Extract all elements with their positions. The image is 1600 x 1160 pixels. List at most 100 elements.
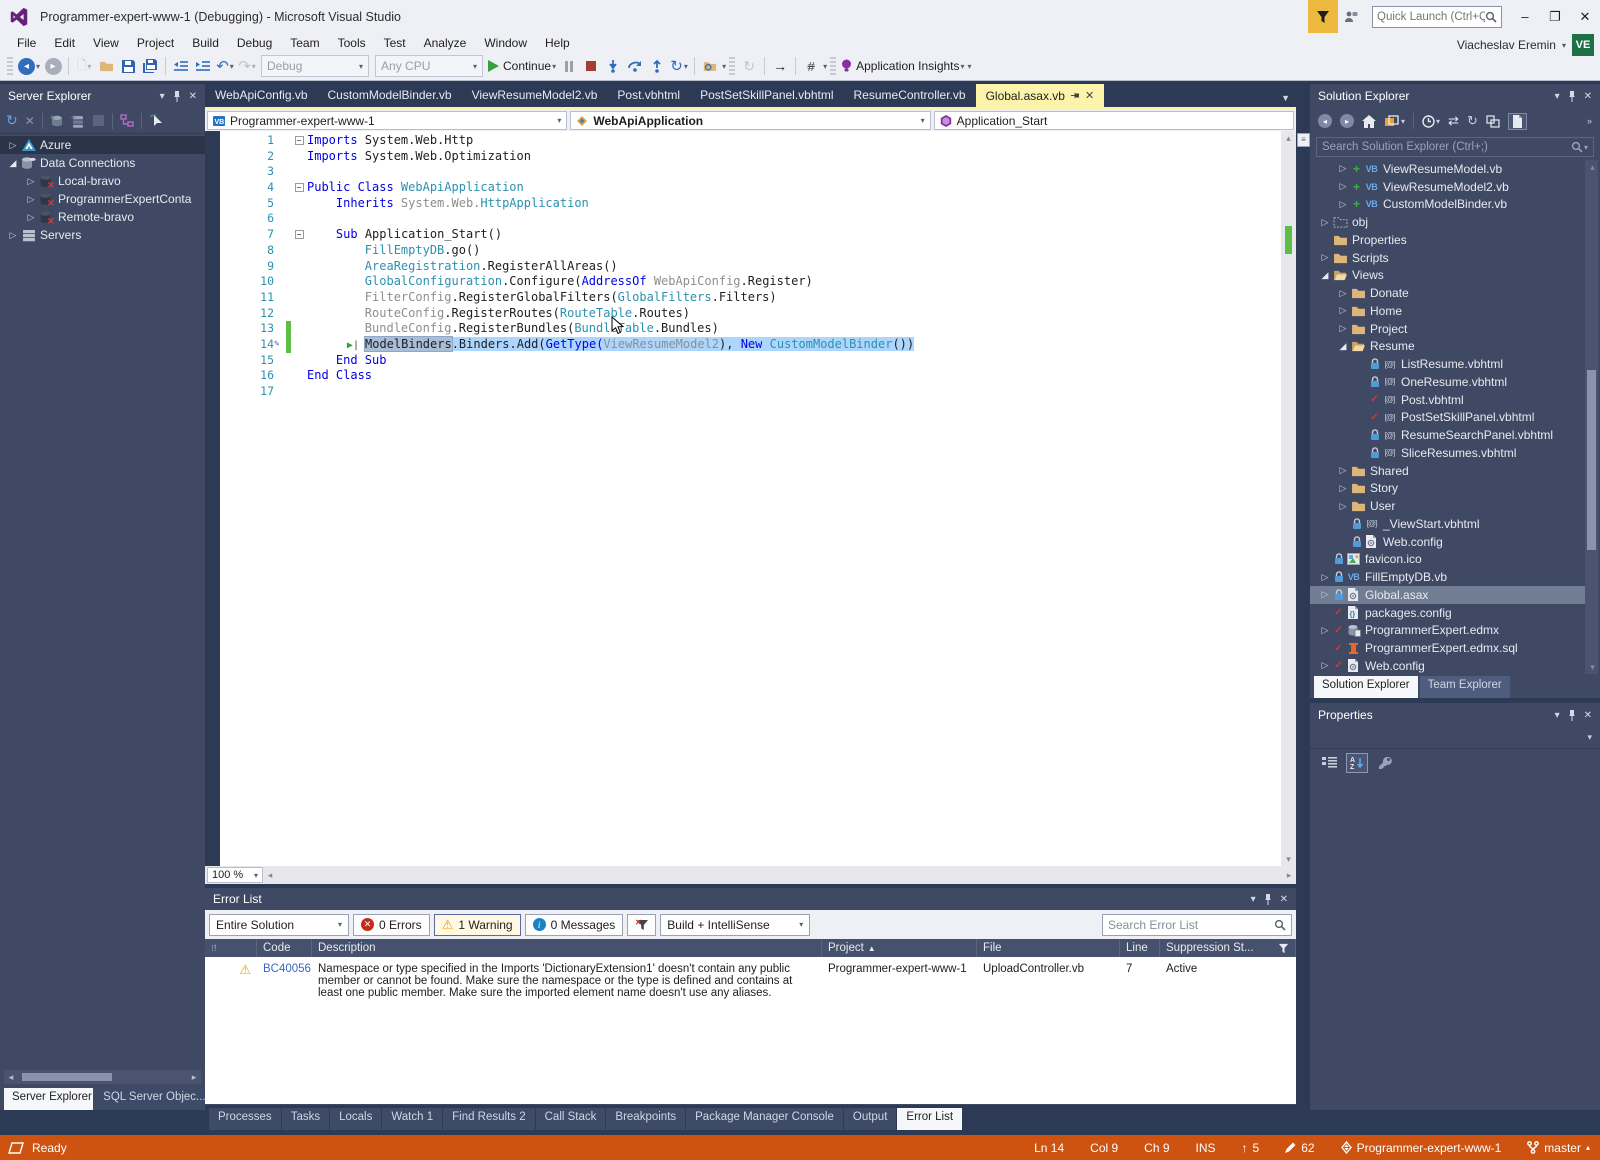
solution-item-web-config[interactable]: ▷ ✓ Web.config (1310, 657, 1586, 675)
navigate-forward-button[interactable]: ▸ (42, 54, 64, 78)
bottom-tab-watch-1[interactable]: Watch 1 (382, 1108, 444, 1130)
code-editor[interactable]: 1− Imports System.Web.Http 2 Imports System… (205, 131, 1281, 866)
pin-icon[interactable] (1264, 893, 1272, 905)
server-tree-item-local-bravo[interactable]: ▷ ✕ Local-bravo (0, 172, 205, 190)
glyph-margin[interactable] (220, 243, 238, 259)
status-ln-14[interactable]: Ln 14 (1034, 1141, 1064, 1155)
solution-item-web-config[interactable]: Web.config (1310, 533, 1586, 551)
warnings-filter-button[interactable]: ⚠ 1 Warning (433, 913, 521, 936)
expand-icon[interactable]: ▷ (6, 230, 20, 241)
glyph-margin[interactable] (220, 384, 238, 400)
code-line-2[interactable]: 2 Imports System.Web.Optimization (220, 149, 914, 165)
editor-zoom-combo[interactable]: 100 % ▾ (207, 867, 263, 883)
description-column-header[interactable]: Description (312, 939, 822, 957)
menu-file[interactable]: File (8, 34, 45, 52)
forward-icon[interactable]: ▸ (1340, 114, 1354, 128)
code-line-9[interactable]: 9 AreaRegistration.RegisterAllAreas() (220, 259, 914, 275)
collapse-icon[interactable]: ◢ (1318, 270, 1332, 281)
application-insights-button[interactable]: Application Insights ▾ (839, 54, 966, 78)
status-col-9[interactable]: Col 9 (1090, 1141, 1118, 1155)
expand-icon[interactable]: ▷ (1336, 288, 1350, 299)
collapse-icon[interactable]: ◢ (6, 158, 20, 169)
solution-item-viewresumemodel2-vb[interactable]: ▷ + VB ViewResumeModel2.vb (1310, 178, 1586, 196)
toolbar-overflow-icon[interactable]: » (1587, 116, 1592, 126)
server-tree-item-remote-bravo[interactable]: ▷ ✕ Remote-bravo (0, 208, 205, 226)
server-tree-item-azure[interactable]: ▷ Azure (0, 136, 205, 154)
project-dropdown[interactable]: VB Programmer-expert-www-1 ▾ (207, 111, 568, 130)
solution-item-story[interactable]: ▷ Story (1310, 480, 1586, 498)
close-icon[interactable]: ✕ (1584, 710, 1592, 721)
severity-column-header[interactable]: ⁝! (205, 939, 257, 957)
solution-item-global-asax[interactable]: ▷ Global.asax (1310, 586, 1586, 604)
scrollbar-thumb[interactable] (22, 1073, 112, 1081)
solution-item-fillemptydb-vb[interactable]: ▷ VB FillEmptyDB.vb (1310, 568, 1586, 586)
new-item-button[interactable]: 🗋 ▾ (73, 54, 95, 78)
code-column-header[interactable]: Code (257, 939, 312, 957)
status-master[interactable]: master ▴ (1527, 1141, 1590, 1155)
solution-item-shared[interactable]: ▷ Shared (1310, 462, 1586, 480)
categorized-icon[interactable] (1318, 753, 1340, 773)
solution-item-home[interactable]: ▷ Home (1310, 302, 1586, 320)
code-line-13[interactable]: 13 BundleConfig.RegisterBundles(BundleTa… (220, 321, 914, 337)
redo-button[interactable]: ↷ ▾ (236, 54, 258, 78)
connect-database-icon[interactable]: + (50, 114, 64, 128)
step-out-button[interactable] (646, 54, 668, 78)
breakpoint-window-button[interactable] (699, 54, 721, 78)
menu-edit[interactable]: Edit (45, 34, 84, 52)
undo-button[interactable]: ↶ ▾ (214, 54, 236, 78)
window-position-icon[interactable]: ▾ (1555, 710, 1560, 721)
pin-icon[interactable] (173, 90, 181, 102)
code-lines[interactable]: 1− Imports System.Web.Http 2 Imports System… (220, 133, 915, 400)
expand-icon[interactable]: ▷ (1318, 217, 1332, 228)
solution-item-viewresumemodel-vb[interactable]: ▷ + VB ViewResumeModel.vb (1310, 160, 1586, 178)
avatar[interactable]: VE (1572, 34, 1594, 56)
bottom-tab-package-manager-console[interactable]: Package Manager Console (686, 1108, 844, 1130)
refresh-icon[interactable]: ↻ (6, 112, 18, 129)
glyph-margin[interactable] (220, 353, 238, 369)
doc-tab-WebApiConfig-vb[interactable]: WebApiConfig.vb (205, 84, 318, 107)
properties-header[interactable]: Properties ▾ ✕ (1310, 703, 1600, 727)
alphabetical-sort-icon[interactable]: AZ (1346, 753, 1368, 773)
error-list-header[interactable]: Error List ▾ ✕ (205, 888, 1296, 910)
home-icon[interactable] (1362, 114, 1376, 128)
solution-item-obj[interactable]: ▷ obj (1310, 213, 1586, 231)
send-feedback-button[interactable] (1338, 4, 1364, 30)
glyph-margin[interactable] (220, 196, 238, 212)
bottom-tab-locals[interactable]: Locals (330, 1108, 383, 1130)
show-next-statement-button[interactable]: → (769, 54, 791, 78)
glyph-margin[interactable] (220, 164, 238, 180)
scroll-right-icon[interactable]: ▸ (1282, 870, 1296, 881)
bottom-tab-find-results-2[interactable]: Find Results 2 (443, 1108, 536, 1130)
panel-tab-server-explorer[interactable]: Server Explorer (4, 1088, 94, 1110)
scroll-left-icon[interactable]: ◂ (4, 1072, 18, 1083)
back-icon[interactable]: ◂ (1318, 114, 1332, 128)
minimize-button[interactable]: – (1510, 4, 1540, 30)
type-dropdown[interactable]: WebApiApplication ▾ (570, 111, 931, 130)
feedback-filter-button[interactable] (1308, 0, 1338, 33)
save-button[interactable] (117, 54, 139, 78)
panel-tab-team-explorer[interactable]: Team Explorer (1419, 676, 1510, 698)
expand-icon[interactable]: ▷ (24, 194, 38, 205)
editor-vertical-scrollbar[interactable]: ▴ ▾ (1281, 131, 1296, 866)
solution-item-resume[interactable]: ◢ Resume (1310, 338, 1586, 356)
pause-button[interactable] (558, 54, 580, 78)
expand-icon[interactable]: ▷ (1336, 323, 1350, 334)
expand-icon[interactable]: ▷ (1318, 252, 1332, 263)
server-tree-item-servers[interactable]: ▷ Servers (0, 226, 205, 244)
solution-item-project[interactable]: ▷ Project (1310, 320, 1586, 338)
window-position-icon[interactable]: ▾ (160, 91, 165, 102)
collapse-icon[interactable]: ◢ (1336, 341, 1350, 352)
glyph-margin[interactable] (220, 259, 238, 275)
bottom-tab-call-stack[interactable]: Call Stack (535, 1108, 607, 1130)
expand-icon[interactable]: ▷ (1318, 589, 1332, 600)
solution-explorer-scrollbar[interactable]: ▴ ▾ (1585, 160, 1598, 674)
fold-collapse-icon[interactable]: − (291, 180, 307, 196)
expand-icon[interactable]: ▷ (1336, 199, 1350, 210)
restore-button[interactable]: ❐ (1540, 4, 1570, 30)
glyph-margin[interactable] (220, 368, 238, 384)
toolbar-overflow-icon[interactable]: ▾ (823, 62, 827, 71)
pin-icon[interactable] (1070, 90, 1079, 101)
glyph-margin[interactable] (220, 274, 238, 290)
scroll-up-icon[interactable]: ▴ (1281, 131, 1296, 145)
bottom-tab-tasks[interactable]: Tasks (281, 1108, 331, 1130)
